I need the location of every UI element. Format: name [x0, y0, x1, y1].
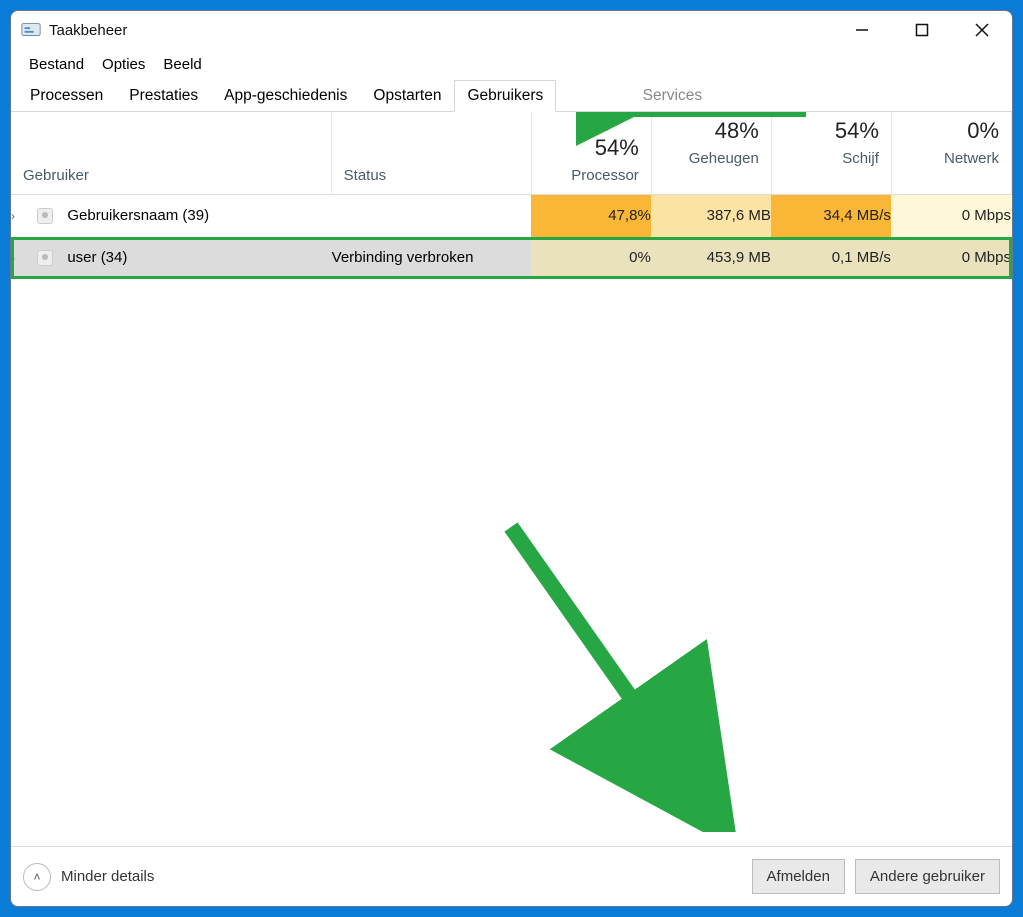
user-row-selected[interactable]: › user (34) Verbinding verbroken 0% 453,…	[11, 237, 1012, 279]
minimize-button[interactable]	[832, 11, 892, 49]
switch-user-button[interactable]: Andere gebruiker	[855, 859, 1000, 894]
title-bar: Taakbeheer	[11, 11, 1012, 49]
column-header-memory[interactable]: 48% Geheugen	[651, 112, 771, 195]
tab-performance[interactable]: Prestaties	[116, 80, 211, 112]
window-title: Taakbeheer	[49, 22, 127, 39]
user-network: 0 Mbps	[891, 237, 1011, 279]
app-icon	[19, 18, 43, 42]
user-disk: 34,4 MB/s	[771, 195, 891, 237]
user-icon	[37, 250, 53, 266]
expand-icon[interactable]: ›	[11, 209, 15, 223]
window-controls	[832, 11, 1012, 49]
chevron-up-icon: ˄	[23, 863, 51, 891]
user-disk: 0,1 MB/s	[771, 237, 891, 279]
menu-bar: Bestand Opties Beeld	[11, 49, 1012, 79]
user-memory: 387,6 MB	[651, 195, 771, 237]
chevron-down-icon: ▾	[605, 120, 611, 134]
annotation-arrow-icon	[491, 512, 751, 832]
user-name: user (34)	[67, 249, 127, 266]
user-status	[331, 195, 531, 237]
logoff-button[interactable]: Afmelden	[752, 859, 845, 894]
tab-services[interactable]: Services	[630, 80, 715, 112]
footer-bar: ˄ Minder details Afmelden Andere gebruik…	[11, 846, 1012, 906]
tab-app-history[interactable]: App-geschiedenis	[211, 80, 360, 112]
column-header-user[interactable]: Gebruiker	[11, 112, 331, 195]
menu-file[interactable]: Bestand	[21, 52, 92, 77]
user-cpu: 0%	[531, 237, 651, 279]
fewer-details-toggle[interactable]: ˄ Minder details	[23, 863, 154, 891]
tab-startup[interactable]: Opstarten	[360, 80, 454, 112]
menu-options[interactable]: Opties	[94, 52, 153, 77]
user-name: Gebruikersnaam (39)	[67, 207, 209, 224]
user-network: 0 Mbps	[891, 195, 1011, 237]
user-row[interactable]: › Gebruikersnaam (39) 47,8% 387,6 MB 34,…	[11, 195, 1012, 237]
column-header-cpu[interactable]: ▾ 54% Processor	[531, 112, 651, 195]
maximize-button[interactable]	[892, 11, 952, 49]
expand-icon[interactable]: ›	[11, 251, 15, 265]
tab-bar: Processen Prestaties App-geschiedenis Op…	[11, 79, 1012, 112]
user-status: Verbinding verbroken	[331, 237, 531, 279]
tab-processes[interactable]: Processen	[17, 80, 116, 112]
column-header-status[interactable]: Status	[331, 112, 531, 195]
user-cpu: 47,8%	[531, 195, 651, 237]
user-memory: 453,9 MB	[651, 237, 771, 279]
user-icon	[37, 208, 53, 224]
content-area: Gebruiker Status ▾ 54% Processor 48% Geh…	[11, 112, 1012, 846]
close-button[interactable]	[952, 11, 1012, 49]
users-table: Gebruiker Status ▾ 54% Processor 48% Geh…	[11, 112, 1012, 279]
tab-users[interactable]: Gebruikers	[454, 80, 556, 112]
column-header-disk[interactable]: 54% Schijf	[771, 112, 891, 195]
column-header-network[interactable]: 0% Netwerk	[891, 112, 1011, 195]
menu-view[interactable]: Beeld	[155, 52, 209, 77]
task-manager-window: Taakbeheer Bestand Opties Beeld Processe…	[10, 10, 1013, 907]
